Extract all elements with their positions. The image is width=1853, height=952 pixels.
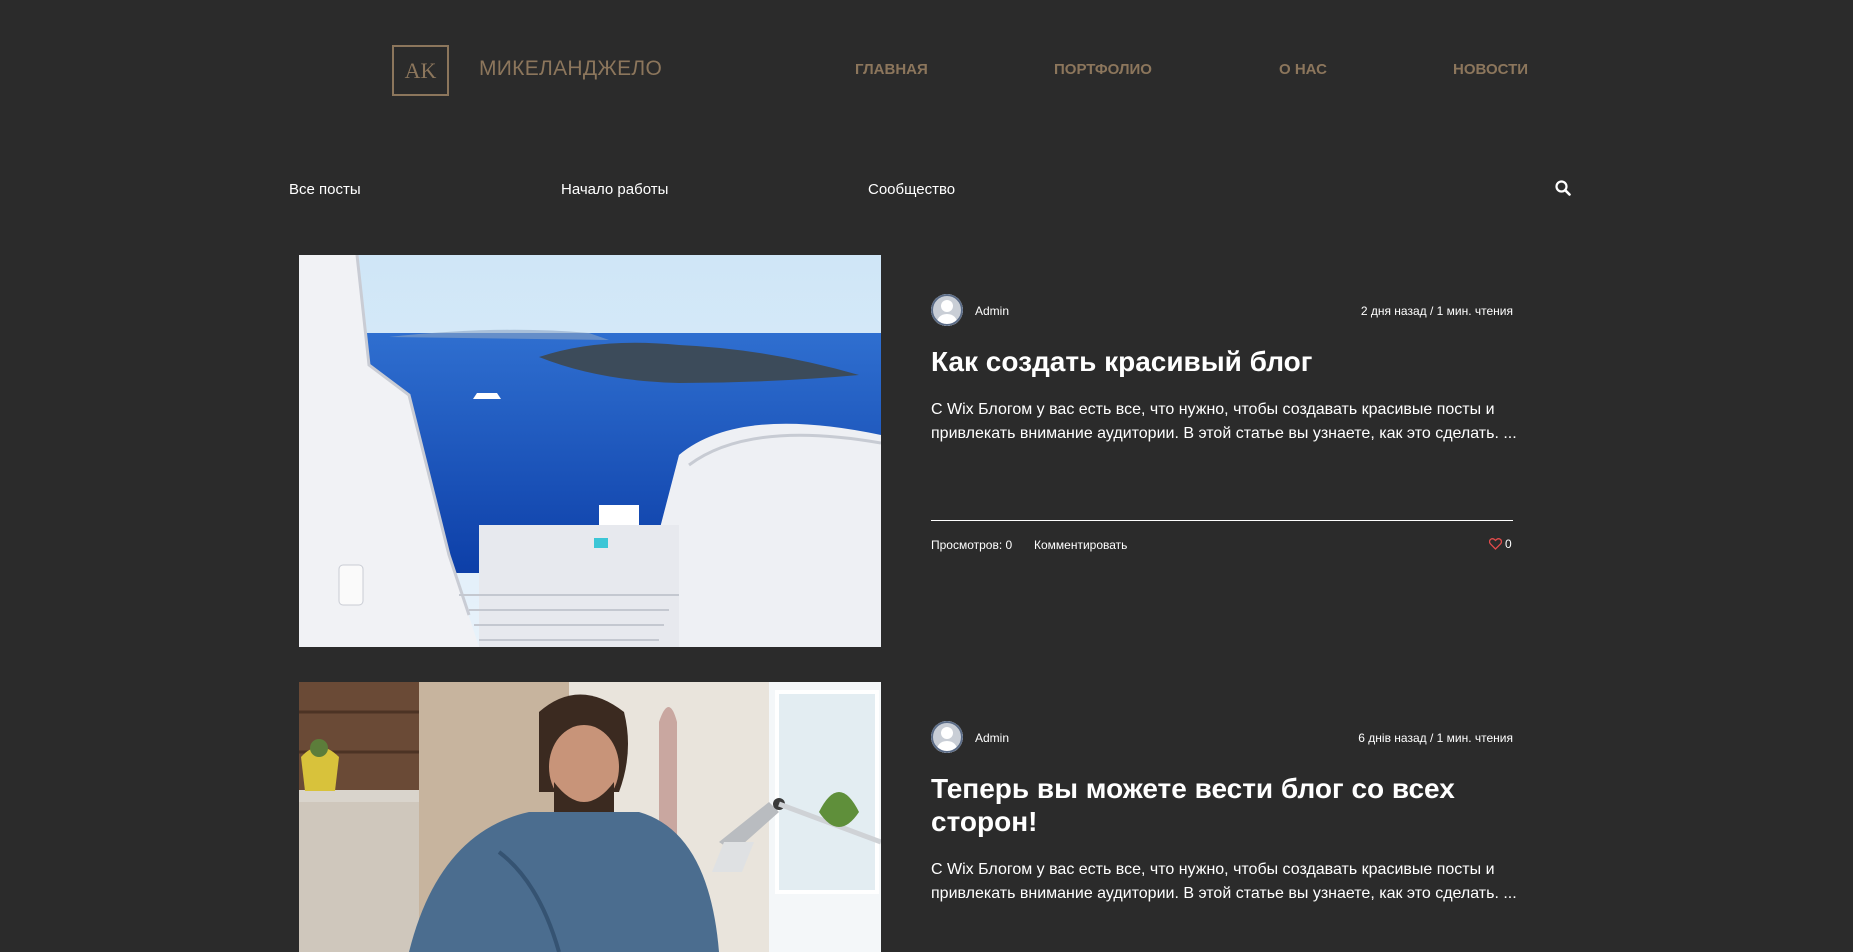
post-1-author-name[interactable]: Admin	[975, 304, 1009, 318]
post-1-meta: 2 дня назад / 1 мин. чтения	[1360, 304, 1513, 318]
user-avatar-icon	[931, 721, 963, 753]
post-2-meta: 6 днів назад / 1 мин. чтения	[1358, 731, 1513, 745]
search-button[interactable]	[1555, 180, 1575, 200]
nav-portfolio[interactable]: ПОРТФОЛИО	[1054, 61, 1152, 78]
blog-page: AK МИКЕЛАНДЖЕЛО ГЛАВНАЯ ПОРТФОЛИО О НАС …	[0, 0, 1853, 952]
santorini-image	[299, 255, 881, 647]
category-community[interactable]: Сообщество	[868, 181, 955, 198]
site-logo[interactable]: AK	[392, 45, 449, 96]
post-1-excerpt[interactable]: С Wix Блогом у вас есть все, что нужно, …	[931, 398, 1521, 446]
post-1-author-avatar[interactable]	[931, 294, 963, 326]
site-name[interactable]: МИКЕЛАНДЖЕЛО	[479, 57, 662, 81]
post-2-cover-image[interactable]	[299, 682, 881, 952]
nav-about[interactable]: О НАС	[1279, 61, 1327, 78]
post-2-author-avatar[interactable]	[931, 721, 963, 753]
logo-initials: AK	[404, 57, 437, 83]
heart-icon	[1489, 538, 1502, 550]
post-1-cover-image[interactable]	[299, 255, 881, 647]
post-2-title[interactable]: Теперь вы можете вести блог со всех стор…	[931, 772, 1521, 838]
category-getting-started[interactable]: Начало работы	[561, 181, 668, 198]
search-icon	[1555, 180, 1571, 196]
nav-home[interactable]: ГЛАВНАЯ	[855, 61, 928, 78]
user-avatar-icon	[931, 294, 963, 326]
post-1-divider	[931, 520, 1513, 521]
nav-news[interactable]: НОВОСТИ	[1453, 61, 1528, 78]
post-2-author-name[interactable]: Admin	[975, 731, 1009, 745]
post-1-comment-link[interactable]: Комментировать	[1034, 538, 1127, 552]
post-1-like-count: 0	[1505, 537, 1512, 551]
post-1-title[interactable]: Как создать красивый блог	[931, 345, 1521, 378]
post-1-like-button[interactable]: 0	[1489, 537, 1512, 551]
category-all-posts[interactable]: Все посты	[289, 181, 361, 198]
post-2-excerpt[interactable]: С Wix Блогом у вас есть все, что нужно, …	[931, 858, 1521, 906]
post-1-views: Просмотров: 0	[931, 538, 1013, 552]
man-working-image	[299, 682, 881, 952]
